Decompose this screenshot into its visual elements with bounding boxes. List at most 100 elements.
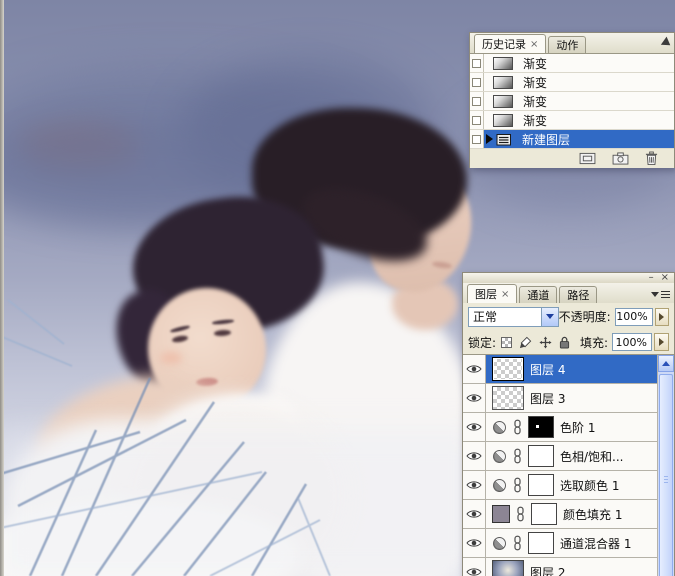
new-document-from-state-button[interactable]: [579, 152, 596, 165]
layer-row-content[interactable]: 图层 3: [486, 384, 657, 412]
layer-row[interactable]: 选取颜色 1: [463, 471, 657, 500]
layer-mask-thumbnail[interactable]: [531, 503, 557, 525]
history-panel-tabbar: 历史记录 × 动作: [470, 33, 674, 53]
panel-flyout-arrow-icon[interactable]: [661, 37, 673, 50]
layers-tab-paths[interactable]: 路径: [559, 286, 597, 303]
new-layer-icon: [496, 132, 512, 146]
layer-mask-thumbnail[interactable]: [528, 445, 554, 467]
adjustment-layer-icon[interactable]: [492, 420, 507, 435]
tab-close-icon[interactable]: ×: [501, 289, 509, 300]
panel-menu-icon[interactable]: [649, 287, 671, 301]
layer-mask-thumbnail[interactable]: [528, 474, 554, 496]
new-snapshot-button[interactable]: [612, 152, 629, 165]
layer-row-content[interactable]: 选取颜色 1: [486, 471, 657, 499]
fill-input[interactable]: 100%: [612, 333, 652, 351]
visibility-toggle[interactable]: [463, 413, 486, 441]
layer-thumbnail[interactable]: [492, 386, 524, 410]
history-tab-actions[interactable]: 动作: [548, 36, 586, 53]
history-item[interactable]: 渐变: [470, 54, 674, 73]
scrollbar-thumb[interactable]: [659, 374, 673, 576]
visibility-toggle[interactable]: [463, 500, 486, 528]
layer-row-content[interactable]: 颜色填充 1: [486, 500, 657, 528]
history-item[interactable]: 渐变: [470, 92, 674, 111]
history-brush-source-cell[interactable]: [470, 54, 484, 72]
close-icon[interactable]: ×: [661, 274, 669, 282]
layer-thumbnail[interactable]: [492, 357, 524, 381]
visibility-eye-icon: [466, 509, 482, 519]
history-panel: 历史记录×动作 渐变渐变渐变渐变新建图层: [469, 32, 675, 168]
layer-row[interactable]: 图层 4: [463, 355, 657, 384]
lock-transparency-icon[interactable]: [501, 337, 512, 348]
layer-row[interactable]: 色阶 1: [463, 413, 657, 442]
menu-lines-icon: [661, 291, 670, 298]
chevron-down-icon[interactable]: [541, 308, 558, 326]
visibility-toggle[interactable]: [463, 471, 486, 499]
history-tab-history[interactable]: 历史记录 ×: [474, 34, 546, 53]
history-item[interactable]: 渐变: [470, 111, 674, 130]
history-item[interactable]: 渐变: [470, 73, 674, 92]
history-brush-source-checkbox[interactable]: [472, 59, 481, 68]
minimize-icon[interactable]: –: [649, 274, 654, 282]
history-item-label: 渐变: [523, 112, 547, 129]
current-state-pointer-icon: [486, 134, 493, 144]
history-brush-source-cell[interactable]: [470, 92, 484, 110]
layers-list: 图层 4图层 3色阶 1色相/饱和...选取颜色 1 颜色填充 1 通道混合器 1 图…: [463, 354, 674, 576]
layers-panel: – × 图层×通道路径 正常 不透明度: 100% 锁定: 填充: 100% 图…: [462, 272, 675, 576]
tab-label: 历史记录: [482, 36, 526, 52]
visibility-toggle[interactable]: [463, 355, 486, 383]
history-brush-source-checkbox[interactable]: [472, 78, 481, 87]
lock-position-icon[interactable]: [539, 336, 552, 349]
opacity-slider-arrow-icon[interactable]: [655, 308, 669, 326]
layers-tab-channels[interactable]: 通道: [519, 286, 557, 303]
layers-tab-layers[interactable]: 图层×: [467, 284, 517, 303]
tab-close-icon[interactable]: ×: [530, 39, 538, 50]
visibility-toggle[interactable]: [463, 384, 486, 412]
visibility-toggle[interactable]: [463, 442, 486, 470]
layer-row[interactable]: 图层 2: [463, 558, 657, 576]
layer-row[interactable]: 通道混合器 1: [463, 529, 657, 558]
history-brush-source-checkbox[interactable]: [472, 116, 481, 125]
layer-row[interactable]: 颜色填充 1: [463, 500, 657, 529]
layers-panel-titlebar: – ×: [463, 273, 674, 283]
visibility-toggle[interactable]: [463, 558, 486, 576]
adjustment-layer-icon[interactable]: [492, 478, 507, 493]
adjustment-layer-icon[interactable]: [492, 449, 507, 464]
layer-row-content[interactable]: 图层 2: [486, 558, 657, 576]
opacity-label: 不透明度:: [559, 308, 611, 325]
layer-thumbnail[interactable]: [492, 560, 524, 576]
delete-state-button[interactable]: [645, 151, 658, 166]
blend-mode-select[interactable]: 正常: [468, 307, 559, 327]
layer-mask-thumbnail[interactable]: [528, 532, 554, 554]
layer-row[interactable]: 色相/饱和...: [463, 442, 657, 471]
layer-row-content[interactable]: 图层 4: [486, 355, 657, 383]
gradient-icon: [493, 57, 513, 70]
lock-image-icon[interactable]: [519, 336, 532, 349]
visibility-eye-icon: [466, 393, 482, 403]
layer-row-content[interactable]: 色相/饱和...: [486, 442, 657, 470]
layer-name: 颜色填充 1: [563, 506, 622, 523]
fill-color-thumbnail[interactable]: [492, 505, 510, 523]
layer-row-content[interactable]: 色阶 1: [486, 413, 657, 441]
history-brush-source-checkbox[interactable]: [472, 135, 481, 144]
layer-name: 通道混合器 1: [560, 535, 631, 552]
history-brush-source-checkbox[interactable]: [472, 97, 481, 106]
opacity-input[interactable]: 100%: [615, 308, 653, 326]
lock-all-icon[interactable]: [559, 336, 570, 349]
history-brush-source-cell[interactable]: [470, 111, 484, 129]
history-brush-source-cell[interactable]: [470, 73, 484, 91]
layers-scrollbar[interactable]: [657, 355, 674, 576]
history-item-label: 新建图层: [522, 131, 570, 148]
layer-mask-thumbnail[interactable]: [528, 416, 554, 438]
photoshop-workspace: 历史记录×动作 渐变渐变渐变渐变新建图层 – × 图层×通道路径 正常 不透明度…: [0, 0, 675, 576]
scroll-up-arrow-icon[interactable]: [658, 355, 674, 372]
layer-row[interactable]: 图层 3: [463, 384, 657, 413]
visibility-eye-icon: [466, 538, 482, 548]
history-brush-source-cell[interactable]: [470, 130, 484, 148]
adjustment-layer-icon[interactable]: [492, 536, 507, 551]
visibility-toggle[interactable]: [463, 529, 486, 557]
history-item-label: 渐变: [523, 74, 547, 91]
visibility-eye-icon: [466, 567, 482, 576]
history-item[interactable]: 新建图层: [470, 130, 674, 149]
layer-row-content[interactable]: 通道混合器 1: [486, 529, 657, 557]
fill-slider-arrow-icon[interactable]: [654, 333, 669, 351]
